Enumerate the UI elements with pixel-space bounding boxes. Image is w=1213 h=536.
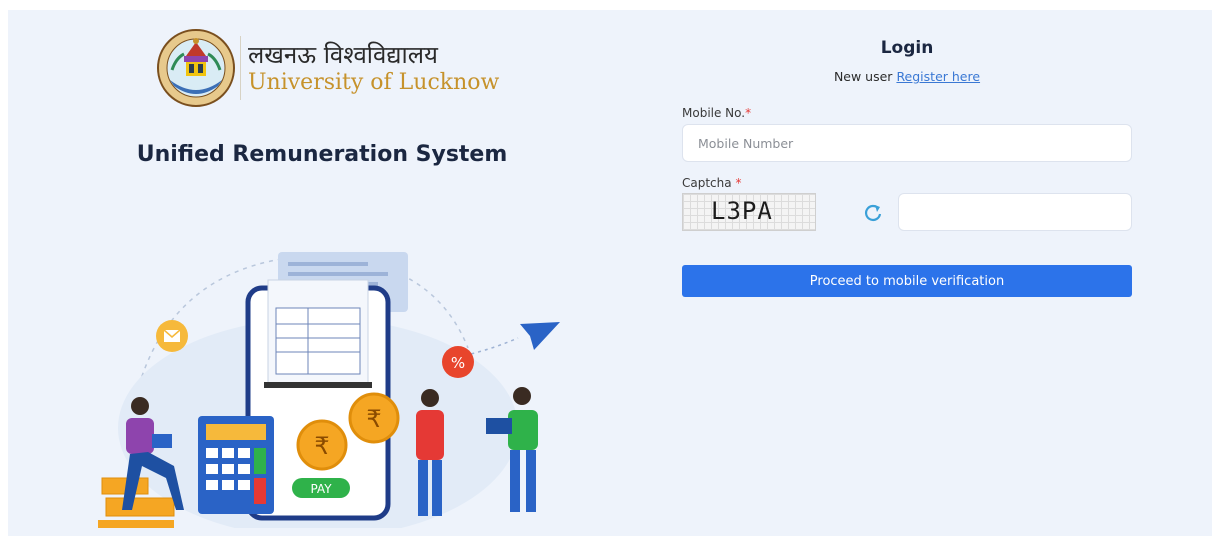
mobile-number-input[interactable]: [682, 124, 1132, 162]
mobile-label-row: Mobile No.*: [682, 106, 751, 120]
page-background: लखनऊ विश्वविद्यालय University of Lucknow…: [8, 10, 1212, 536]
login-panel: Login New user Register here Mobile No.*…: [681, 10, 1133, 410]
captcha-text: L3PA: [711, 197, 773, 225]
pay-label: PAY: [310, 482, 332, 496]
university-seal-icon: [157, 29, 235, 107]
logo-divider: [240, 36, 241, 100]
login-title: Login: [880, 38, 934, 58]
captcha-label-row: Captcha *: [682, 176, 741, 190]
left-panel: लखनऊ विश्वविद्यालय University of Lucknow…: [8, 10, 648, 536]
payment-illustration: ₹ ₹ PAY %: [98, 252, 560, 528]
mobile-label: Mobile No.: [682, 106, 746, 120]
refresh-icon[interactable]: [861, 201, 885, 225]
proceed-to-mobile-verification-button[interactable]: Proceed to mobile verification: [682, 265, 1132, 297]
captcha-label: Captcha: [682, 176, 732, 190]
captcha-image: L3PA: [682, 193, 816, 231]
system-title: Unified Remuneration System: [136, 142, 508, 167]
percent-label: %: [451, 354, 465, 372]
required-mark: *: [735, 176, 742, 190]
new-user-text: New user: [833, 69, 893, 84]
captcha-input[interactable]: [898, 193, 1132, 231]
rupee-coin-label: ₹: [314, 432, 329, 460]
logo-english-name: University of Lucknow: [248, 70, 500, 95]
logo-hindi-name: लखनऊ विश्वविद्यालय: [248, 41, 438, 69]
rupee-coin-label-2: ₹: [366, 405, 381, 433]
register-link[interactable]: Register here: [896, 69, 980, 84]
register-prompt: New user Register here: [681, 69, 1133, 84]
university-logo: लखनऊ विश्वविद्यालय University of Lucknow: [156, 28, 500, 108]
required-mark: *: [745, 106, 752, 120]
